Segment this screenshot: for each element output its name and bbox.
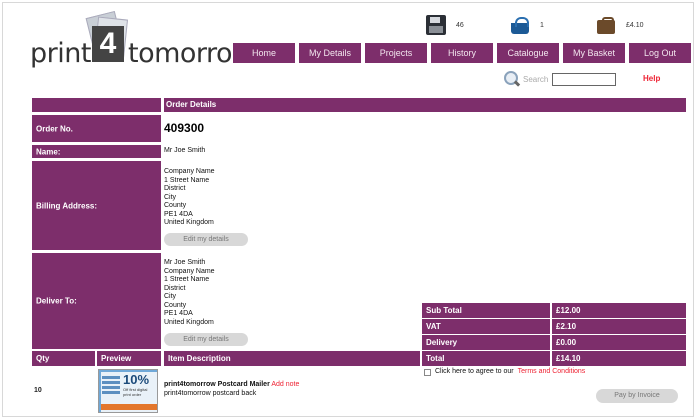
deliver-label: Deliver To: xyxy=(36,296,77,306)
basket-stat[interactable]: 1 xyxy=(510,14,544,36)
delivery-line: County xyxy=(164,301,187,309)
wallet-icon xyxy=(596,15,616,35)
vat-value: £2.10 xyxy=(556,322,577,331)
edit-billing-button[interactable]: Edit my details xyxy=(164,233,248,246)
customer-name: Mr Joe Smith xyxy=(164,147,206,154)
preview-discount: 10% xyxy=(123,372,150,387)
terms-checkbox[interactable] xyxy=(424,368,431,376)
account-stats: 46 1 £4.10 xyxy=(420,14,690,36)
delivery-line: 1 Street Name xyxy=(164,276,210,283)
site-logo[interactable]: print 4 tomorrow xyxy=(30,10,254,69)
subtotal-value: £12.00 xyxy=(556,306,581,315)
help-link[interactable]: Help xyxy=(643,74,660,83)
total-row: Total £14.10 xyxy=(422,351,686,366)
order-no-label-cell: Order No. xyxy=(32,115,161,142)
search-input[interactable] xyxy=(552,72,617,86)
billing-label-cell: Billing Address: xyxy=(32,161,161,250)
delivery-row: Delivery £0.00 xyxy=(422,335,686,350)
balance-value: £4.10 xyxy=(626,21,644,29)
delivery-value: £0.00 xyxy=(556,338,577,347)
pay-by-invoice-button[interactable]: Pay by Invoice xyxy=(596,389,678,403)
logo-digit: 4 xyxy=(92,26,124,62)
nav-history[interactable]: History xyxy=(431,43,493,63)
terms-link[interactable]: Terms and Conditions xyxy=(518,368,586,377)
billing-line: United Kingdom xyxy=(164,219,214,226)
item-title: print4tomorrow Postcard Mailer xyxy=(164,381,270,388)
nav-log-out[interactable]: Log Out xyxy=(629,43,691,63)
preview-header: Preview xyxy=(97,351,161,366)
add-note-link[interactable]: Add note xyxy=(271,381,299,388)
item-description: print4tomorrow Postcard Mailer Add note … xyxy=(164,381,299,398)
billing-line: County xyxy=(164,202,187,209)
subtotal-label: Sub Total xyxy=(426,306,462,315)
main-nav: Home My Details Projects History Catalog… xyxy=(233,43,691,63)
order-no-label: Order No. xyxy=(36,124,73,133)
search-label: Search xyxy=(523,74,549,84)
terms-agreement: Click here to agree to our Terms and Con… xyxy=(424,368,585,377)
subtotal-row: Sub Total £12.00 xyxy=(422,303,686,318)
total-label: Total xyxy=(426,354,445,363)
edit-delivery-button[interactable]: Edit my details xyxy=(164,333,248,346)
nav-my-details[interactable]: My Details xyxy=(299,43,361,63)
search-bar: Search xyxy=(503,70,617,88)
saved-projects-stat[interactable]: 46 xyxy=(426,14,464,36)
vat-row: VAT £2.10 xyxy=(422,319,686,334)
basket-icon xyxy=(510,15,530,35)
terms-text: Click here to agree to our xyxy=(435,368,514,375)
billing-address: Company Name 1 Street Name District City… xyxy=(164,168,215,228)
deliver-label-cell: Deliver To: xyxy=(32,253,161,349)
billing-line: PE1 4DA xyxy=(164,210,193,218)
search-icon[interactable] xyxy=(503,70,521,88)
item-subtitle: print4tomorrow postcard back xyxy=(164,389,257,397)
floppy-disk-icon xyxy=(426,15,446,35)
saved-count: 46 xyxy=(456,21,464,29)
total-value: £14.10 xyxy=(556,354,581,363)
item-preview-image[interactable]: 10% Off first digital print order xyxy=(98,369,158,413)
order-details-title: Order Details xyxy=(166,100,217,109)
delivery-line: Company Name xyxy=(164,267,215,275)
delivery-label: Delivery xyxy=(426,338,458,347)
order-details-header: Order Details xyxy=(32,98,686,112)
delivery-line: Mr Joe Smith xyxy=(164,259,206,266)
balance-stat[interactable]: £4.10 xyxy=(596,14,644,36)
order-number: 409300 xyxy=(164,121,205,135)
name-label-cell: Name: xyxy=(32,145,161,158)
delivery-address: Mr Joe Smith Company Name 1 Street Name … xyxy=(164,259,215,327)
billing-line: Company Name xyxy=(164,168,215,175)
name-label: Name: xyxy=(36,147,61,156)
logo-word-print: print xyxy=(30,38,91,69)
delivery-line: District xyxy=(164,284,186,292)
item-qty: 10 xyxy=(34,387,42,394)
basket-count: 1 xyxy=(540,21,544,29)
billing-line: District xyxy=(164,185,186,192)
item-description-header: Item Description xyxy=(164,351,420,366)
nav-projects[interactable]: Projects xyxy=(365,43,427,63)
nav-home[interactable]: Home xyxy=(233,43,295,63)
delivery-line: City xyxy=(164,293,177,300)
delivery-line: United Kingdom xyxy=(164,318,214,326)
preview-caption: Off first digital print order xyxy=(123,387,148,397)
billing-line: 1 Street Name xyxy=(164,176,210,184)
delivery-line: PE1 4DA xyxy=(164,310,193,317)
billing-label: Billing Address: xyxy=(36,201,98,210)
logo-cards-icon: 4 xyxy=(85,10,129,64)
nav-catalogue[interactable]: Catalogue xyxy=(497,43,559,63)
billing-line: City xyxy=(164,193,177,201)
vat-label: VAT xyxy=(426,322,441,331)
nav-my-basket[interactable]: My Basket xyxy=(563,43,625,63)
qty-header: Qty xyxy=(32,351,95,366)
